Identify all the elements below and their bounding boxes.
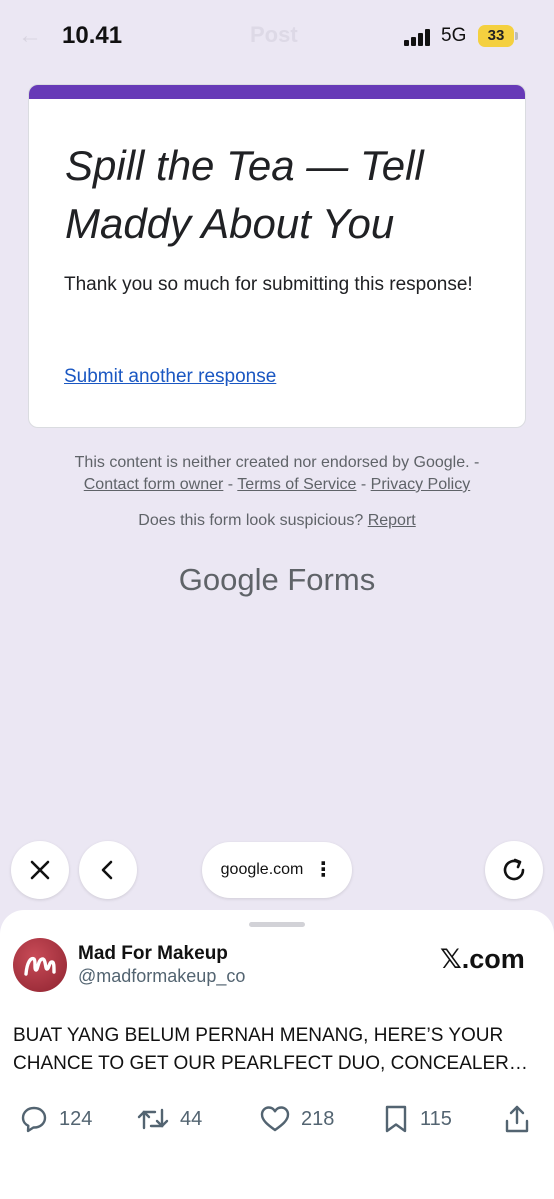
bookmark-icon bbox=[385, 1105, 407, 1133]
footer-separator: - bbox=[356, 476, 371, 493]
cellular-signal-icon bbox=[404, 28, 434, 46]
reply-button[interactable]: 124 bbox=[19, 1104, 92, 1134]
ghost-post-title: Post bbox=[250, 22, 298, 47]
like-button[interactable]: 218 bbox=[259, 1104, 334, 1134]
network-type: 5G bbox=[441, 25, 467, 46]
card-accent-bar bbox=[29, 85, 525, 99]
close-icon bbox=[30, 860, 50, 880]
browser-back-button[interactable] bbox=[79, 841, 137, 899]
footer-separator: - bbox=[223, 476, 238, 493]
logo-forms-text: Forms bbox=[287, 562, 376, 597]
sheet-grabber[interactable] bbox=[249, 922, 305, 927]
chevron-left-icon bbox=[101, 860, 113, 880]
repost-icon bbox=[137, 1108, 169, 1130]
reply-count: 124 bbox=[59, 1107, 93, 1130]
privacy-policy-link[interactable]: Privacy Policy bbox=[371, 476, 471, 493]
repost-count: 44 bbox=[180, 1107, 203, 1130]
logo-google-text: Google bbox=[178, 562, 279, 597]
submit-another-response-link[interactable]: Submit another response bbox=[64, 366, 276, 388]
suspicious-question: Does this form look suspicious? bbox=[138, 512, 364, 529]
close-browser-button[interactable] bbox=[11, 841, 69, 899]
status-bar: ← 10.41 Post 5G 33 bbox=[0, 0, 554, 72]
google-forms-logo: Google Forms bbox=[0, 562, 554, 598]
footer-links: Contact form owner - Terms of Service - … bbox=[0, 474, 554, 496]
form-title: Spill the Tea — Tell Maddy About You bbox=[65, 142, 424, 247]
like-count: 218 bbox=[301, 1107, 335, 1130]
report-line: Does this form look suspicious? Report bbox=[0, 512, 554, 530]
repost-button[interactable]: 44 bbox=[136, 1104, 202, 1134]
more-vert-icon[interactable]: ⋮ bbox=[313, 860, 333, 880]
url-bar[interactable]: google.com ⋮ bbox=[202, 842, 352, 898]
bookmark-button[interactable]: 115 bbox=[382, 1104, 452, 1134]
bookmark-count: 115 bbox=[420, 1107, 452, 1130]
avatar[interactable] bbox=[13, 938, 67, 992]
brand-m-logo-icon bbox=[24, 956, 56, 976]
url-text: google.com bbox=[220, 861, 304, 878]
battery-nub bbox=[515, 32, 518, 40]
share-button[interactable] bbox=[503, 1104, 531, 1134]
x-com-label[interactable]: 𝕏.com bbox=[440, 944, 525, 975]
contact-form-owner-link[interactable]: Contact form owner bbox=[84, 476, 224, 493]
confirmation-message: Thank you so much for submitting this re… bbox=[64, 274, 473, 295]
post-text[interactable]: BUAT YANG BELUM PERNAH MENANG, HERE’S YO… bbox=[13, 1022, 541, 1078]
form-response-card: Spill the Tea — Tell Maddy About You Tha… bbox=[28, 84, 526, 428]
battery-icon: 33 bbox=[478, 25, 514, 47]
reload-button[interactable] bbox=[485, 841, 543, 899]
terms-of-service-link[interactable]: Terms of Service bbox=[237, 476, 356, 493]
post-actions: 124 44 218 115 bbox=[0, 1104, 554, 1138]
post-author-handle[interactable]: @madformakeup_co bbox=[78, 966, 245, 987]
battery-level: 33 bbox=[487, 27, 505, 44]
post-preview-sheet[interactable]: Mad For Makeup @madformakeup_co 𝕏.com BU… bbox=[0, 910, 554, 1199]
reply-icon bbox=[21, 1106, 47, 1133]
heart-icon bbox=[260, 1106, 290, 1132]
ghost-back-arrow-icon: ← bbox=[18, 22, 42, 49]
post-author-name[interactable]: Mad For Makeup bbox=[78, 943, 228, 965]
status-time: 10.41 bbox=[62, 22, 123, 49]
footer-disclaimer: This content is neither created nor endo… bbox=[74, 454, 480, 471]
reload-icon bbox=[503, 858, 525, 881]
share-icon bbox=[505, 1105, 529, 1133]
report-link[interactable]: Report bbox=[368, 512, 416, 529]
